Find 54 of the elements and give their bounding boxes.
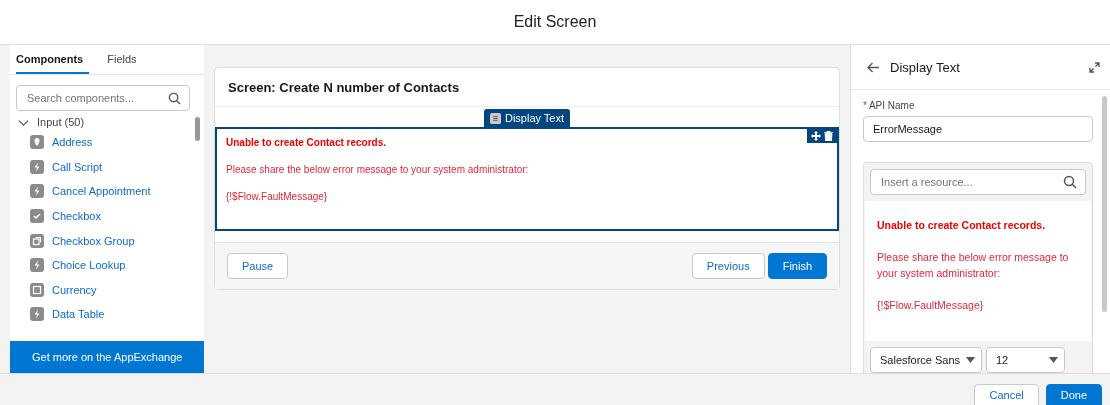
window-title: Edit Screen — [513, 13, 597, 31]
component-item[interactable]: Checkbox Group — [52, 234, 135, 247]
navigation-button[interactable]: Pause — [227, 253, 289, 279]
search-icon — [168, 92, 181, 105]
component-item[interactable]: Address — [52, 136, 93, 149]
panel-title: Display Text — [890, 59, 961, 75]
screen-title: Screen: Create N number of Contacts — [228, 79, 460, 95]
component-icon — [30, 233, 44, 248]
search-field[interactable]: Search components... — [16, 85, 190, 111]
trash-icon[interactable] — [824, 131, 833, 141]
expand-icon[interactable] — [1089, 61, 1100, 73]
search-icon — [1063, 175, 1077, 189]
component-item[interactable]: Currency — [52, 283, 97, 296]
editor-text: Please share the below error message to your system administrator: — [877, 250, 1070, 281]
component-item[interactable]: Call Script — [52, 160, 103, 173]
api-name-field[interactable]: ErrorMessage — [863, 116, 1093, 142]
component-item[interactable]: Cancel Appointment — [52, 185, 151, 198]
component-item[interactable]: Checkbox — [52, 210, 101, 223]
component-icon — [30, 135, 44, 150]
component-icon — [30, 282, 44, 297]
component-icon — [30, 159, 44, 174]
navigation-button[interactable]: Finish — [767, 253, 827, 279]
resource-search-field[interactable]: Insert a resource... — [870, 169, 1086, 195]
component-icon — [30, 258, 44, 273]
component-icon — [30, 209, 44, 224]
navigation-button[interactable]: Previous — [691, 253, 765, 279]
font-dropdown[interactable]: Salesforce Sans — [870, 347, 982, 373]
component-item[interactable]: Choice Lookup — [52, 259, 126, 272]
display-text: Please share the below error message to your system administrator: — [226, 164, 530, 175]
caret-icon — [966, 357, 975, 363]
display-text: Unable to create Contact records. — [226, 137, 388, 148]
move-delete-toolbar[interactable] — [807, 129, 837, 143]
component-icon — [30, 307, 44, 322]
component-icon — [30, 184, 44, 199]
required-mark: * — [863, 100, 867, 111]
group-label: Input (50) — [37, 116, 85, 128]
caret-icon — [1049, 357, 1058, 363]
footer-button[interactable]: Cancel — [974, 384, 1039, 405]
tab[interactable]: Fields — [107, 45, 137, 74]
display-text-component[interactable]: Unable to create Contact records. Please share the below error message to your system administrator: {!$Flow.FaultMessage} — [215, 127, 839, 231]
move-icon[interactable] — [811, 131, 821, 141]
back-arrow-icon[interactable] — [867, 61, 880, 73]
display-text: {!$Flow.FaultMessage} — [226, 191, 329, 202]
editor-text: {!$Flow.FaultMessage} — [877, 298, 985, 313]
appexchange-link[interactable]: Get more on the AppExchange — [10, 341, 204, 373]
footer-button[interactable]: Done — [1045, 384, 1102, 405]
field-label-text: API Name — [868, 100, 915, 111]
rich-text-editor[interactable]: Insert a resource... Unable to create Contact records. Please share the below error message to your system administrator: {!$Flow.FaultMessage} Salesforce Sans 12 — [863, 162, 1093, 373]
document-icon — [489, 112, 501, 124]
editor-text: Unable to create Contact records. — [877, 218, 1047, 233]
component-tab[interactable]: Display Text — [483, 109, 571, 127]
component-item[interactable]: Data Table — [52, 308, 105, 321]
size-dropdown[interactable]: 12 — [986, 347, 1065, 373]
tab[interactable]: Components — [16, 45, 90, 74]
